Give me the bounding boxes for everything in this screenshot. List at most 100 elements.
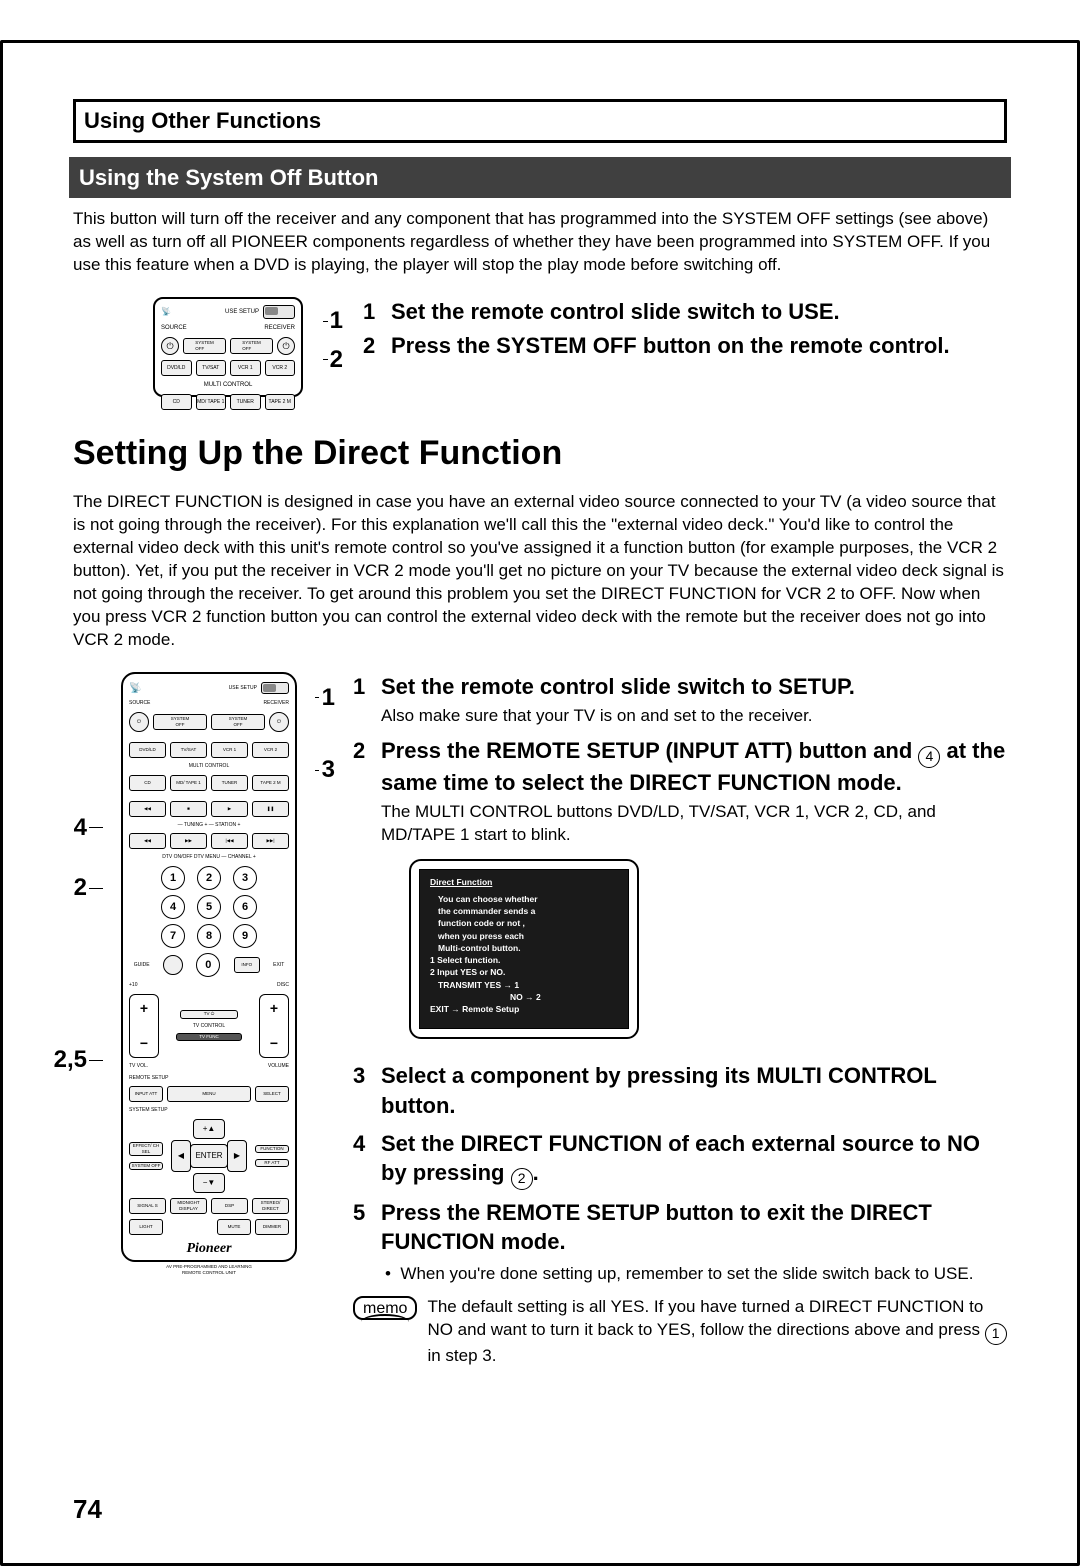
btn-dvd: DVD/LD	[129, 742, 166, 758]
receiver-label: RECEIVER	[264, 324, 295, 332]
tv-control-label: TV CONTROL	[193, 1023, 225, 1030]
tv-l1: You can choose whether	[430, 893, 618, 905]
btn-tv-sat: TV/SAT	[196, 360, 227, 376]
num-1: 1	[161, 866, 185, 890]
step-1-text: Set the remote control slide switch to U…	[391, 297, 1007, 327]
tv-l3: function code or not ,	[430, 917, 618, 929]
top-callouts: 1 2	[323, 297, 343, 376]
mstep2-text: Press the REMOTE SETUP (INPUT ATT) butto…	[381, 738, 1005, 794]
mstep5-num: 5	[353, 1198, 371, 1286]
num-9: 9	[233, 924, 257, 948]
btn-stop: ■	[170, 801, 207, 817]
slide-label: USE SETUP	[229, 685, 257, 692]
input-att-btn: INPUT ATT	[129, 1086, 163, 1102]
mstep3-text: Select a component by pressing its MULTI…	[381, 1061, 1007, 1120]
btn-mute: MUTE	[217, 1219, 251, 1235]
function-btn: FUNCTION	[255, 1145, 289, 1153]
callout-2: 2	[330, 344, 343, 376]
top-steps: 1 Set the remote control slide switch to…	[363, 297, 1007, 364]
remote-large-figure: 📡 USE SETUP SOURCE RECEIVER ⏻ SYSTEMOFF …	[121, 672, 297, 1262]
direct-paragraph: The DIRECT FUNCTION is designed in case …	[73, 491, 1007, 652]
num-0: 0	[196, 953, 220, 977]
num-8: 8	[197, 924, 221, 948]
btn-tuner: TUNER	[230, 394, 261, 410]
dpad-enter: ENTER	[190, 1144, 228, 1168]
callout-right-1: 1	[322, 682, 335, 714]
circled-4-icon: 4	[918, 746, 940, 768]
btn-seek-fwd: ▶▶	[170, 833, 207, 849]
disc-label: DISC	[277, 982, 289, 989]
page-number: 74	[73, 1492, 102, 1527]
remote-small-figure: 📡 USE SETUP SOURCE RECEIVER ⏻ SYSTEMOFF …	[153, 297, 303, 397]
circled-1-icon: 1	[985, 1323, 1007, 1345]
memo-text: The default setting is all YES. If you h…	[427, 1296, 1007, 1367]
system-setup-label: SYSTEM SETUP	[129, 1107, 289, 1114]
mstep5-text: Press the REMOTE SETUP button to exit th…	[381, 1200, 932, 1255]
memo-badge: memo	[353, 1296, 417, 1320]
mstep1-sub: Also make sure that your TV is on and se…	[381, 705, 1007, 728]
btn-dvd-ld: DVD/LD	[161, 360, 192, 376]
btn-dsp: DSP	[211, 1198, 248, 1214]
btn-cd: CD	[129, 775, 166, 791]
multi-control-label: MULTI CONTROL	[161, 381, 295, 389]
btn-rew: ◀◀	[129, 801, 166, 817]
btn-vcr2: VCR 2	[265, 360, 296, 376]
circled-2-icon: 2	[511, 1168, 533, 1190]
source-label: SOURCE	[161, 324, 187, 332]
tv-l6: 1 Select function.	[430, 954, 618, 966]
btn-md: MD/ TAPE 1	[170, 775, 207, 791]
mstep4-text: Set the DIRECT FUNCTION of each external…	[381, 1129, 1007, 1190]
guide-label: GUIDE	[134, 962, 150, 969]
btn-tape2: TAPE 2 M	[252, 775, 289, 791]
section-header-bar: Using Other Functions	[73, 99, 1007, 143]
slide-label: USE SETUP	[225, 308, 259, 316]
tv-l7: 2 Input YES or NO.	[430, 966, 618, 978]
callout-left-4: 4	[74, 812, 87, 844]
slide-switch	[263, 305, 295, 319]
callout-left-2: 2	[74, 872, 87, 904]
system-off-pill-2: SYSTEMOFF	[230, 338, 273, 354]
mstep2-num: 2	[353, 736, 371, 1057]
dpad: +▲ −▼ ◀ ▶ ENTER	[171, 1119, 247, 1193]
select-btn: SELECT	[255, 1086, 289, 1102]
guide-btn	[163, 955, 183, 975]
section-header-text: Using Other Functions	[84, 108, 321, 133]
plus10-label: +10	[129, 982, 137, 989]
transmit-icon: 📡	[161, 307, 171, 318]
page-title: Setting Up the Direct Function	[73, 431, 1007, 477]
left-callouts: 4 2 2,5	[73, 672, 103, 1368]
tv-l10: EXIT → Remote Setup	[430, 1003, 618, 1015]
brand-logo: Pioneer	[129, 1240, 289, 1259]
multi-control-label: MULTI CONTROL	[129, 763, 289, 770]
btn-stereo: STEREO/ DIRECT	[252, 1198, 289, 1214]
mstep3-num: 3	[353, 1061, 371, 1120]
num-4: 4	[161, 895, 185, 919]
tv-power-btn: TV ⏻	[180, 1010, 237, 1018]
step-2-num: 2	[363, 331, 381, 361]
btn-signal: SIGNAL S	[129, 1198, 166, 1214]
transmit-icon: 📡	[129, 682, 141, 696]
callout-right-3: 3	[322, 754, 335, 786]
tv-l9: NO → 2	[430, 991, 618, 1003]
dpad-up-icon: +▲	[193, 1119, 225, 1139]
num-6: 6	[233, 895, 257, 919]
tuning-label: — TUNING + — STATION +	[129, 822, 289, 829]
btn-midnight: MIDNIGHT DISPLAY	[170, 1198, 207, 1214]
btn-md-tape1: MD/ TAPE 1	[196, 394, 227, 410]
num-3: 3	[233, 866, 257, 890]
brand-sub: AV PRE-PROGRAMMED AND LEARNING REMOTE CO…	[129, 1264, 289, 1276]
exit-label: EXIT	[273, 962, 284, 969]
btn-vcr1: VCR 1	[230, 360, 261, 376]
volume-rocker: +−	[259, 994, 289, 1058]
btn-tvsat: TV/SAT	[170, 742, 207, 758]
tv-vol-rocker: +−	[129, 994, 159, 1058]
tv-vol-label: TV VOL.	[129, 1063, 148, 1070]
intro-paragraph: This button will turn off the receiver a…	[73, 208, 1007, 277]
source-power-icon: ⏻	[161, 337, 179, 355]
mstep1-text: Set the remote control slide switch to S…	[381, 674, 855, 699]
menu-btn: MENU	[167, 1086, 251, 1102]
tv-l8: TRANSMIT YES → 1	[430, 979, 618, 991]
dpad-left-icon: ◀	[171, 1140, 191, 1172]
info-btn: INFO	[234, 957, 260, 973]
tv-l5: Multi-control button.	[430, 942, 618, 954]
